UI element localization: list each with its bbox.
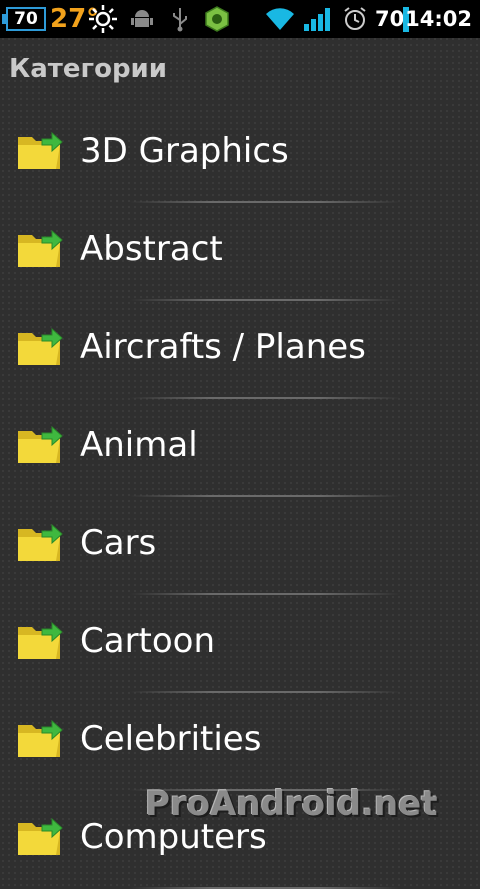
battery-level-box: 70 <box>6 7 46 31</box>
folder-icon <box>18 327 63 365</box>
page-title: Категории <box>9 54 167 84</box>
category-label: Aircrafts / Planes <box>80 327 366 367</box>
battery-percent-text: 70 <box>375 7 405 31</box>
alarm-icon <box>344 7 366 30</box>
android-debug-icon <box>131 10 153 27</box>
category-label: Cartoon <box>80 621 216 661</box>
list-item[interactable]: Cars <box>0 497 480 595</box>
folder-icon <box>18 229 63 267</box>
clock-time: 14:02 <box>405 7 472 31</box>
list-item[interactable]: Animal <box>0 399 480 497</box>
signal-icon <box>304 8 330 31</box>
app-notification-icon <box>205 6 229 32</box>
screen-header: Категории <box>0 38 480 102</box>
category-label: Celebrities <box>80 719 262 759</box>
folder-icon <box>18 425 63 463</box>
list-item[interactable]: Aircrafts / Planes <box>0 301 480 399</box>
folder-icon <box>18 719 63 757</box>
folder-icon <box>18 523 63 561</box>
folder-icon <box>18 817 63 855</box>
status-bar: 70 27° 70 14:02 <box>0 0 480 38</box>
wifi-icon <box>266 8 294 30</box>
category-label: Animal <box>80 425 198 465</box>
category-label: Cars <box>80 523 157 563</box>
category-label: Abstract <box>80 229 223 269</box>
usb-icon <box>173 8 187 32</box>
list-item[interactable]: 3D Graphics <box>0 105 480 203</box>
weather-sun-icon <box>89 5 117 33</box>
list-item[interactable]: Celebrities <box>0 693 480 791</box>
watermark-text: ProAndroid.net <box>145 784 438 824</box>
category-label: 3D Graphics <box>80 131 289 171</box>
folder-icon <box>18 621 63 659</box>
list-item[interactable]: Cartoon <box>0 595 480 693</box>
folder-icon <box>18 131 63 169</box>
list-item[interactable]: Abstract <box>0 203 480 301</box>
